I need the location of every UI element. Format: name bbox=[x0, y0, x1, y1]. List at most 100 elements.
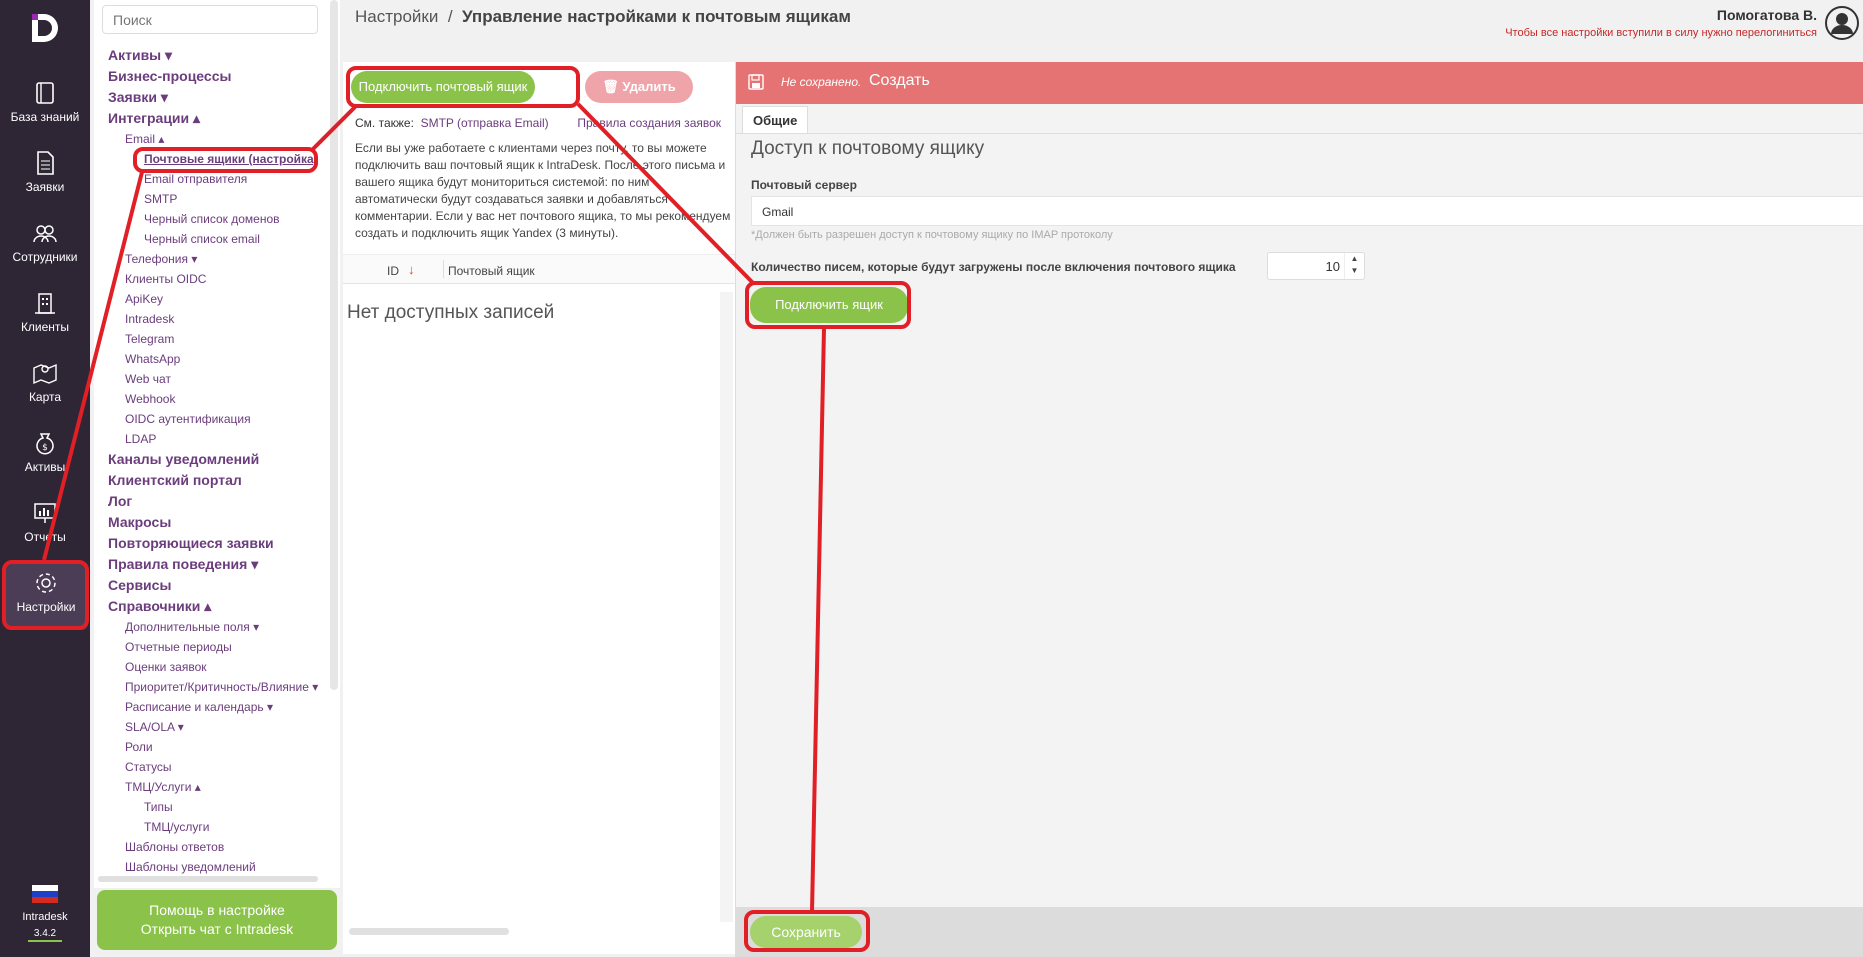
nav-item[interactable]: Расписание и календарь ▾ bbox=[108, 697, 338, 717]
nav-item[interactable]: Сервисы bbox=[108, 575, 338, 596]
nav-item[interactable]: Типы bbox=[108, 797, 338, 817]
nav-item[interactable]: WhatsApp bbox=[108, 349, 338, 369]
user-name[interactable]: Помогатова В. bbox=[1505, 7, 1817, 23]
nav-item[interactable]: Справочники ▴ bbox=[108, 596, 338, 617]
server-hint: *Должен быть разрешен доступ к почтовому… bbox=[751, 229, 1113, 241]
column-mailbox[interactable]: Почтовый ящик bbox=[448, 264, 535, 278]
nav-item[interactable]: Intradesk bbox=[108, 309, 338, 329]
nav-item[interactable]: Статусы bbox=[108, 757, 338, 777]
smtp-link[interactable]: SMTP (отправка Email) bbox=[421, 116, 549, 130]
nav-item[interactable]: Отчетные периоды bbox=[108, 637, 338, 657]
floppy-disk-icon[interactable] bbox=[748, 74, 764, 90]
form-mode: Создать bbox=[869, 72, 930, 89]
nav-item[interactable]: Почтовые ящики (настройка) bbox=[108, 149, 338, 169]
rail-item-reports[interactable]: Отчеты bbox=[0, 492, 90, 560]
mailbox-form: Не сохранено. Создать Общие Доступ к поч… bbox=[735, 62, 1863, 957]
intro-text: Если вы уже работаете с клиентами через … bbox=[355, 141, 731, 240]
save-button[interactable]: Сохранить bbox=[750, 916, 862, 948]
rail-item-map[interactable]: Карта bbox=[0, 352, 90, 420]
nav-scrollbar[interactable] bbox=[330, 0, 338, 690]
rail-item-label: Сотрудники bbox=[12, 250, 78, 264]
rail-item-tickets[interactable]: Заявки bbox=[0, 142, 90, 210]
rail-item-employees[interactable]: Сотрудники bbox=[0, 212, 90, 280]
search-input[interactable] bbox=[102, 5, 318, 34]
see-also-label: См. также: bbox=[355, 116, 414, 130]
help-chat-button[interactable]: Помощь в настройке Открыть чат с Intrade… bbox=[97, 890, 337, 950]
section-title: Доступ к почтовому ящику bbox=[751, 138, 985, 159]
nav-item[interactable]: Web чат bbox=[108, 369, 338, 389]
svg-text:$: $ bbox=[42, 443, 48, 453]
nav-item[interactable]: Webhook bbox=[108, 389, 338, 409]
nav-item[interactable]: SMTP bbox=[108, 189, 338, 209]
users-icon bbox=[33, 225, 57, 243]
grid-vertical-scrollbar[interactable] bbox=[720, 292, 733, 922]
nav-item[interactable]: SLA/OLA ▾ bbox=[108, 717, 338, 737]
breadcrumb: Настройки / Управление настройками к поч… bbox=[355, 7, 851, 27]
ticket-rules-link[interactable]: Правила создания заявок bbox=[577, 116, 721, 130]
app-logo-icon[interactable] bbox=[26, 10, 62, 46]
building-icon bbox=[35, 293, 55, 314]
nav-item[interactable]: Шаблоны уведомлений bbox=[108, 857, 338, 877]
nav-item[interactable]: ТМЦ/Услуги ▴ bbox=[108, 777, 338, 797]
nav-item[interactable]: Активы ▾ bbox=[108, 45, 338, 66]
nav-item[interactable]: Черный список доменов bbox=[108, 209, 338, 229]
app-rail: База знаний Заявки Сотрудники Клиенты Ка… bbox=[0, 0, 90, 957]
server-select[interactable]: Gmail bbox=[751, 196, 1863, 226]
russian-flag-icon[interactable] bbox=[32, 885, 58, 903]
page-title: Управление настройками к почтовым ящикам bbox=[462, 7, 851, 26]
nav-item[interactable]: Повторяющиеся заявки bbox=[108, 533, 338, 554]
nav-item[interactable]: ApiKey bbox=[108, 289, 338, 309]
tab-general[interactable]: Общие bbox=[742, 106, 809, 134]
count-stepper[interactable]: 10 ▲ ▼ bbox=[1267, 252, 1365, 280]
nav-item[interactable]: Правила поведения ▾ bbox=[108, 554, 338, 575]
nav-item[interactable]: Клиенты OIDC bbox=[108, 269, 338, 289]
mailbox-list-panel: Подключить почтовый ящик 🗑 Удалить См. т… bbox=[343, 62, 735, 954]
nav-item[interactable]: Бизнес-процессы bbox=[108, 66, 338, 87]
rail-item-settings[interactable]: Настройки bbox=[4, 562, 88, 630]
arrow-up-icon[interactable]: ▲ bbox=[1345, 253, 1364, 265]
nav-item[interactable]: Шаблоны ответов bbox=[108, 837, 338, 857]
column-id[interactable]: ID bbox=[387, 264, 399, 278]
connect-box-button[interactable]: Подключить ящик bbox=[750, 287, 908, 323]
nav-item[interactable]: Телефония ▾ bbox=[108, 249, 338, 269]
nav-item[interactable]: Email отправителя bbox=[108, 169, 338, 189]
avatar-icon[interactable] bbox=[1825, 6, 1859, 40]
help-line-1: Помощь в настройке bbox=[149, 902, 285, 918]
breadcrumb-root[interactable]: Настройки bbox=[355, 7, 438, 26]
arrow-down-icon[interactable]: ▼ bbox=[1345, 265, 1364, 277]
nav-item[interactable]: Дополнительные поля ▾ bbox=[108, 617, 338, 637]
chart-icon bbox=[34, 503, 56, 523]
nav-item[interactable]: Лог bbox=[108, 491, 338, 512]
stepper-arrows[interactable]: ▲ ▼ bbox=[1344, 253, 1364, 279]
rail-item-assets[interactable]: $ Активы bbox=[0, 422, 90, 490]
save-status: Не сохранено. bbox=[781, 75, 862, 89]
nav-item[interactable]: Макросы bbox=[108, 512, 338, 533]
delete-button[interactable]: 🗑 Удалить bbox=[585, 71, 693, 103]
rail-item-clients[interactable]: Клиенты bbox=[0, 282, 90, 350]
nav-item[interactable]: Клиентский портал bbox=[108, 470, 338, 491]
rail-item-label: База знаний bbox=[10, 110, 80, 124]
nav-item[interactable]: Каналы уведомлений bbox=[108, 449, 338, 470]
nav-item[interactable]: Заявки ▾ bbox=[108, 87, 338, 108]
rail-item-knowledge-base[interactable]: База знаний bbox=[0, 72, 90, 140]
nav-item[interactable]: Оценки заявок bbox=[108, 657, 338, 677]
nav-item[interactable]: Интеграции ▴ bbox=[108, 108, 338, 129]
connect-mailbox-button[interactable]: Подключить почтовый ящик bbox=[351, 71, 535, 103]
nav-horizontal-scrollbar[interactable] bbox=[98, 876, 318, 882]
sort-arrow-icon[interactable]: ↓ bbox=[408, 262, 415, 277]
nav-item[interactable]: LDAP bbox=[108, 429, 338, 449]
nav-item[interactable]: Telegram bbox=[108, 329, 338, 349]
nav-item[interactable]: OIDC аутентификация bbox=[108, 409, 338, 429]
gear-icon bbox=[36, 573, 56, 593]
grid-horizontal-scrollbar[interactable] bbox=[349, 928, 509, 935]
nav-item[interactable]: ТМЦ/услуги bbox=[108, 817, 338, 837]
nav-item[interactable]: Роли bbox=[108, 737, 338, 757]
money-bag-icon: $ bbox=[36, 433, 54, 455]
trash-icon: 🗑 bbox=[602, 79, 619, 94]
nav-item[interactable]: Приоритет/Критичность/Влияние ▾ bbox=[108, 677, 338, 697]
nav-item[interactable]: Email ▴ bbox=[108, 129, 338, 149]
nav-item[interactable]: Черный список email bbox=[108, 229, 338, 249]
rail-item-label: Активы bbox=[24, 460, 66, 474]
delete-button-label: Удалить bbox=[622, 79, 676, 94]
app-name: Intradesk bbox=[22, 911, 68, 923]
